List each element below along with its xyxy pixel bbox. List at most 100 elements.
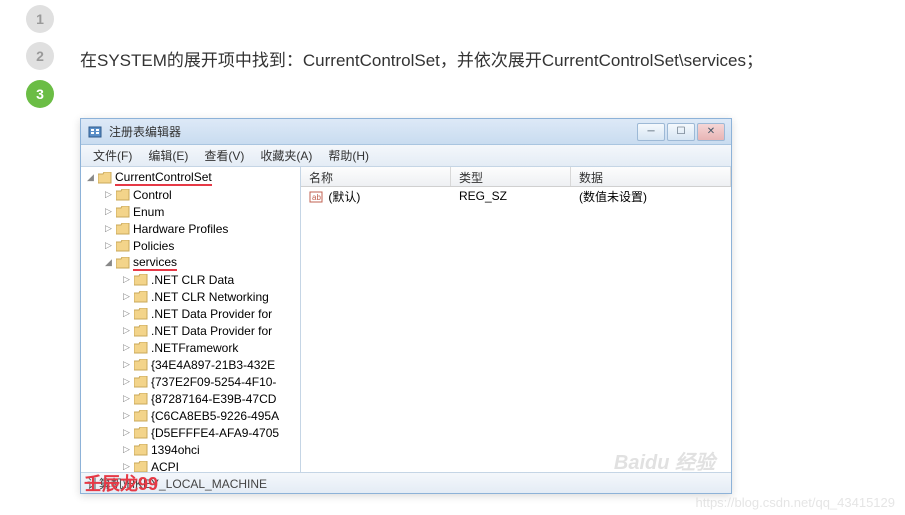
list-panel: 名称 类型 数据 ab (默认) REG_SZ (数值未设置) [301, 167, 731, 472]
cell-name: ab (默认) [301, 188, 451, 205]
tree-label: .NET CLR Networking [151, 290, 269, 304]
folder-icon [116, 206, 130, 218]
folder-icon [116, 223, 130, 235]
expand-icon[interactable]: ▷ [103, 223, 114, 234]
folder-icon [134, 325, 148, 337]
tree-label: {34E4A897-21B3-432E [151, 358, 275, 372]
menu-help[interactable]: 帮助(H) [320, 145, 377, 166]
tree-label: Policies [133, 239, 174, 253]
registry-editor-window: 注册表编辑器 ─ ☐ ✕ 文件(F) 编辑(E) 查看(V) 收藏夹(A) 帮助… [80, 118, 732, 494]
expand-icon[interactable]: ▷ [121, 393, 132, 404]
col-name[interactable]: 名称 [301, 167, 451, 186]
list-header: 名称 类型 数据 [301, 167, 731, 187]
tree-item[interactable]: ▷ {C6CA8EB5-9226-495A [81, 407, 300, 424]
app-icon [87, 124, 103, 140]
expand-icon[interactable]: ▷ [121, 325, 132, 336]
string-value-icon: ab [309, 190, 323, 204]
tree-item-enum[interactable]: ▷Enum [81, 203, 300, 220]
tree-item-control[interactable]: ▷ Control [81, 186, 300, 203]
expand-icon[interactable]: ▷ [121, 359, 132, 370]
tree-label: 1394ohci [151, 443, 200, 457]
cell-data: (数值未设置) [571, 188, 731, 205]
maximize-button[interactable]: ☐ [667, 123, 695, 141]
tree-item[interactable]: ▷ .NET CLR Networking [81, 288, 300, 305]
tree-item[interactable]: ▷ {34E4A897-21B3-432E [81, 356, 300, 373]
tree-item-policies[interactable]: ▷ Policies [81, 237, 300, 254]
minimize-button[interactable]: ─ [637, 123, 665, 141]
step-badge-2: 2 [26, 42, 54, 70]
expand-icon[interactable]: ▷ [121, 410, 132, 421]
expand-icon[interactable]: ▷ [121, 308, 132, 319]
tree-label: {C6CA8EB5-9226-495A [151, 409, 279, 423]
close-button[interactable]: ✕ [697, 123, 725, 141]
cell-type: REG_SZ [451, 189, 571, 203]
statusbar: 计算机\HKEY_LOCAL_MACHINE [81, 472, 731, 493]
menu-favorites[interactable]: 收藏夹(A) [252, 145, 320, 166]
tree-item[interactable]: ▷.NETFramework [81, 339, 300, 356]
tree-root[interactable]: ◢ CurrentControlSet [81, 169, 300, 186]
tree-panel: ◢ CurrentControlSet ▷Control▷Enum▷Hardwa… [81, 167, 301, 472]
content-area: ◢ CurrentControlSet ▷Control▷Enum▷Hardwa… [81, 167, 731, 472]
tree-label: {D5EFFFE4-AFA9-4705 [151, 426, 279, 440]
folder-icon [134, 444, 148, 456]
folder-icon [134, 308, 148, 320]
window-title: 注册表编辑器 [109, 123, 637, 140]
tree-item[interactable]: ▷ {737E2F09-5254-4F10- [81, 373, 300, 390]
expand-icon[interactable]: ▷ [121, 342, 132, 353]
tree-label: .NET Data Provider for [151, 324, 272, 338]
folder-icon [116, 257, 130, 269]
tree-label: {87287164-E39B-47CD [151, 392, 276, 406]
expand-icon[interactable]: ▷ [103, 240, 114, 251]
expand-icon[interactable]: ▷ [121, 444, 132, 455]
tree-item-services[interactable]: ◢ services [81, 254, 300, 271]
folder-icon [98, 172, 112, 184]
col-type[interactable]: 类型 [451, 167, 571, 186]
expand-icon[interactable]: ▷ [121, 291, 132, 302]
folder-icon [134, 376, 148, 388]
folder-icon [134, 274, 148, 286]
step-badge-3: 3 [26, 80, 54, 108]
tree-item[interactable]: ▷ {D5EFFFE4-AFA9-4705 [81, 424, 300, 441]
menubar: 文件(F) 编辑(E) 查看(V) 收藏夹(A) 帮助(H) [81, 145, 731, 167]
expand-icon[interactable]: ◢ [103, 257, 114, 268]
menu-edit[interactable]: 编辑(E) [140, 145, 196, 166]
svg-text:ab: ab [312, 193, 321, 202]
expand-icon[interactable]: ▷ [103, 189, 114, 200]
folder-icon [134, 291, 148, 303]
folder-icon [134, 359, 148, 371]
col-data[interactable]: 数据 [571, 167, 731, 186]
tree-item[interactable]: ▷ .NET Data Provider for [81, 322, 300, 339]
expand-icon[interactable]: ▷ [103, 206, 114, 217]
tree-label: .NET Data Provider for [151, 307, 272, 321]
tree-item[interactable]: ▷ .NET CLR Data [81, 271, 300, 288]
step-badge-1: 1 [26, 5, 54, 33]
tree-root-label: CurrentControlSet [115, 170, 212, 186]
folder-icon [116, 240, 130, 252]
tree-item[interactable]: ▷ {87287164-E39B-47CD [81, 390, 300, 407]
instruction-text: 在SYSTEM的展开项中找到：CurrentControlSet，并依次展开Cu… [80, 42, 880, 80]
tree-label: services [133, 255, 177, 271]
collapse-icon[interactable]: ◢ [85, 172, 96, 183]
watermark-author: 壬辰龙99 [84, 470, 158, 496]
folder-icon [116, 189, 130, 201]
tree-label: .NET CLR Data [151, 273, 234, 287]
menu-file[interactable]: 文件(F) [85, 145, 140, 166]
tree-item-hardware-profiles[interactable]: ▷ Hardware Profiles [81, 220, 300, 237]
list-row[interactable]: ab (默认) REG_SZ (数值未设置) [301, 187, 731, 205]
expand-icon[interactable]: ▷ [121, 376, 132, 387]
tree-label: {737E2F09-5254-4F10- [151, 375, 276, 389]
expand-icon[interactable]: ▷ [121, 274, 132, 285]
tree-item[interactable]: ▷ 1394ohci [81, 441, 300, 458]
watermark-url: https://blog.csdn.net/qq_43415129 [696, 495, 896, 510]
tree-item[interactable]: ▷ .NET Data Provider for [81, 305, 300, 322]
folder-icon [134, 427, 148, 439]
cell-name-text: (默认) [328, 190, 360, 204]
titlebar: 注册表编辑器 ─ ☐ ✕ [81, 119, 731, 145]
menu-view[interactable]: 查看(V) [196, 145, 252, 166]
expand-icon[interactable]: ▷ [121, 427, 132, 438]
tree-label: Control [133, 188, 172, 202]
folder-icon [134, 393, 148, 405]
tree-label: Hardware Profiles [133, 222, 228, 236]
watermark-baidu: Baidu 经验 [614, 446, 715, 475]
window-controls: ─ ☐ ✕ [637, 123, 725, 141]
